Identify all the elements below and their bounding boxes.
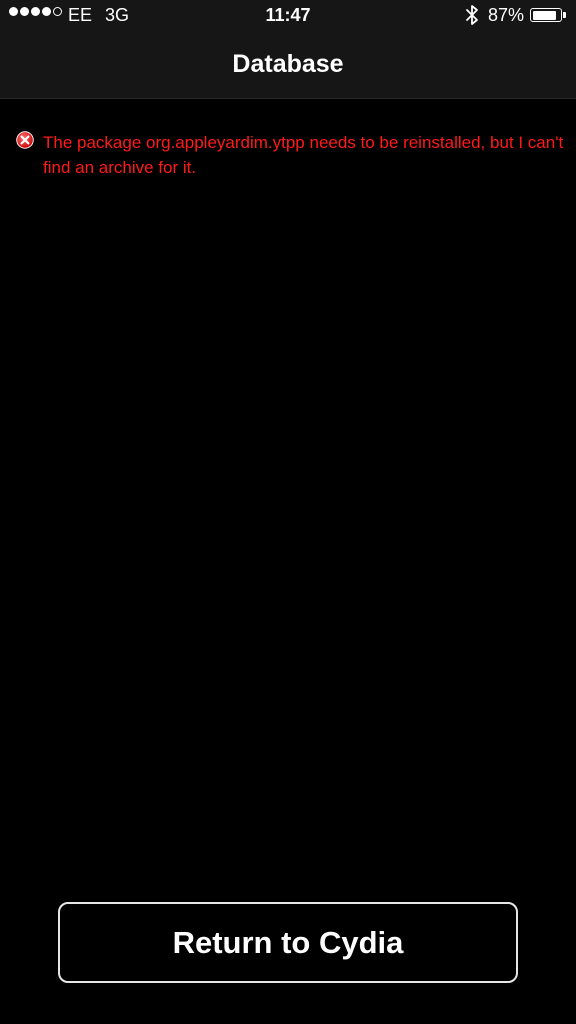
return-button-label: Return to Cydia bbox=[172, 924, 404, 960]
bluetooth-icon bbox=[466, 5, 478, 25]
error-message: The package org.appleyardim.ytpp needs t… bbox=[43, 133, 564, 177]
battery-icon bbox=[530, 8, 566, 22]
battery-nub bbox=[563, 12, 566, 18]
page-title: Database bbox=[232, 50, 344, 78]
error-x-icon bbox=[16, 131, 34, 149]
battery-percent: 87% bbox=[488, 5, 525, 25]
return-to-cydia-button[interactable]: Return to Cydia bbox=[58, 902, 518, 983]
status-bar: EE 3G 11:47 87% bbox=[0, 0, 576, 32]
screen: EE 3G 11:47 87% Database The package org bbox=[0, 0, 576, 1024]
navigation-bar: Database bbox=[0, 32, 576, 99]
battery-fill bbox=[532, 10, 556, 20]
